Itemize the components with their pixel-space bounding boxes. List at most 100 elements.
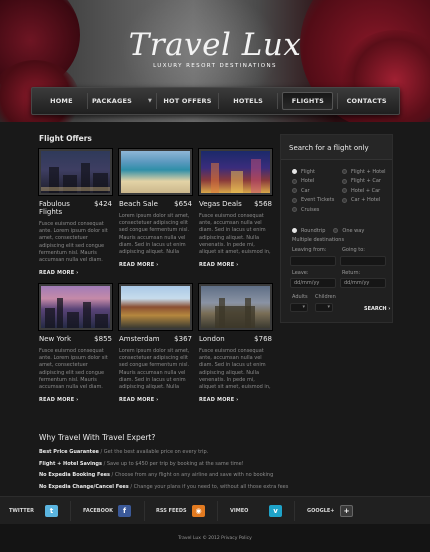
option-hotel[interactable]: Hotel: [292, 178, 342, 185]
multiple-destinations-link[interactable]: Multiple destinations: [292, 237, 344, 243]
chevron-right-icon: ›: [236, 397, 239, 403]
offer-description: Fusce euismod consequat ante, accumsan n…: [199, 348, 271, 391]
offer-image-city[interactable]: [39, 149, 112, 195]
twitter-link[interactable]: TWITTER: [9, 497, 34, 525]
option-one-way[interactable]: One way: [333, 227, 364, 234]
nav-divider: [277, 93, 279, 109]
offer-image-amsterdam[interactable]: [119, 284, 192, 330]
chevron-right-icon: ›: [236, 262, 239, 268]
offer-image-vegas[interactable]: [199, 149, 272, 195]
radio-icon: [292, 178, 297, 184]
radio-selected-icon: [292, 228, 297, 233]
offer-price: $568: [254, 200, 272, 208]
offer-description: Fusce euismod consequat ante, accumsan n…: [199, 213, 271, 256]
social-bar: TWITTER t FACEBOOK f RSS FEEDS ◉ VIMEO v…: [0, 496, 430, 524]
why-item: No Expedia Change/Cancel Fees / Change y…: [39, 483, 289, 490]
rss-icon[interactable]: ◉: [192, 505, 205, 517]
leave-date-input[interactable]: dd/mm/yy: [290, 278, 336, 288]
return-date-input[interactable]: dd/mm/yy: [340, 278, 386, 288]
facebook-link[interactable]: FACEBOOK: [83, 497, 113, 525]
return-label: Return:: [342, 270, 361, 276]
chevron-down-icon: ▼: [148, 98, 153, 104]
read-more-link[interactable]: READ MORE ›: [119, 262, 192, 268]
offer-image-beach[interactable]: [119, 149, 192, 195]
why-item: Best Price Guarantee / Get the best avai…: [39, 449, 209, 455]
offer-card: London $768 Fusce euismod consequat ante,…: [199, 284, 272, 403]
going-to-input[interactable]: [340, 256, 386, 266]
facebook-icon[interactable]: f: [118, 505, 131, 517]
search-type-options: Flight Flight + Hotel Hotel Flight + Car…: [292, 168, 392, 213]
offer-price: $367: [174, 335, 192, 343]
radio-icon: [292, 188, 297, 193]
radio-icon: [292, 207, 297, 212]
divider: [217, 501, 218, 521]
nav-flights[interactable]: FLIGHTS: [282, 92, 334, 110]
radio-icon: [333, 228, 339, 233]
offer-description: Fusce euismod consequat ante. Lorem ipsu…: [39, 221, 108, 264]
offer-image-new-york[interactable]: [39, 284, 112, 330]
logo[interactable]: Travel Lux LUXURY RESORT DESTINATIONS: [110, 28, 320, 69]
option-flight-hotel[interactable]: Flight + Hotel: [342, 168, 392, 175]
divider: [144, 501, 145, 521]
chevron-right-icon: ›: [76, 397, 79, 403]
nav-home[interactable]: HOME: [36, 92, 87, 110]
leave-label: Leave:: [292, 270, 309, 276]
search-button[interactable]: SEARCH ›: [364, 306, 390, 312]
option-cruises[interactable]: Cruises: [292, 206, 342, 213]
divider: [294, 501, 295, 521]
offer-card: New York $855 Fusce euismod consequat ant…: [39, 284, 112, 403]
read-more-link[interactable]: READ MORE ›: [199, 397, 272, 403]
offer-name: Beach Sale: [119, 200, 158, 208]
option-car[interactable]: Car: [292, 187, 342, 194]
offer-image-london[interactable]: [199, 284, 272, 330]
offer-description: Lorem ipsum dolor sit amet, consectetuer…: [119, 348, 190, 391]
chevron-right-icon: ›: [388, 306, 391, 312]
radio-icon: [342, 178, 347, 184]
nav-hotels[interactable]: HOTELS: [219, 92, 278, 110]
radio-icon: [342, 169, 347, 174]
logo-title: Travel Lux: [128, 27, 302, 63]
offer-card: Fabulous Flights $424 Fusce euismod conse…: [39, 149, 112, 276]
nav-packages[interactable]: PACKAGES ▼: [88, 92, 156, 110]
offer-name: Vegas Deals: [199, 200, 242, 208]
radio-icon: [342, 188, 347, 193]
offer-name: London: [199, 335, 225, 343]
footer-copyright[interactable]: Travel Lux © 2012 Privacy Policy: [178, 536, 252, 541]
offer-card: Beach Sale $654 Lorem ipsum dolor sit ame…: [119, 149, 192, 268]
vimeo-link[interactable]: VIMEO: [230, 497, 248, 525]
option-flight[interactable]: Flight: [292, 168, 342, 175]
google-plus-link[interactable]: GOOGLE+: [307, 497, 335, 525]
offer-description: Fusce euismod consequat ante. Lorem ipsu…: [39, 348, 108, 391]
children-select[interactable]: [315, 303, 333, 312]
divider: [70, 501, 71, 521]
leaving-from-label: Leaving from:: [292, 247, 327, 253]
rss-link[interactable]: RSS FEEDS: [156, 497, 187, 525]
option-flight-car[interactable]: Flight + Car: [342, 178, 392, 185]
offer-price: $654: [174, 200, 192, 208]
nav-contacts[interactable]: CONTACTS: [338, 92, 395, 110]
offer-card: Amsterdam $367 Lorem ipsum dolor sit amet…: [119, 284, 192, 403]
nav-hot-offers[interactable]: HOT OFFERS: [157, 92, 218, 110]
radio-selected-icon: [292, 169, 297, 174]
logo-tagline: LUXURY RESORT DESTINATIONS: [153, 63, 277, 69]
option-car-hotel[interactable]: Car + Hotel: [342, 197, 392, 204]
twitter-icon[interactable]: t: [45, 505, 58, 517]
option-roundtrip[interactable]: Roundtrip: [292, 227, 325, 234]
read-more-link[interactable]: READ MORE ›: [39, 270, 112, 276]
leaving-from-input[interactable]: [290, 256, 336, 266]
read-more-link[interactable]: READ MORE ›: [39, 397, 112, 403]
radio-icon: [292, 197, 297, 203]
google-plus-icon[interactable]: +: [340, 505, 353, 517]
adults-select[interactable]: [290, 303, 308, 312]
vimeo-icon[interactable]: v: [269, 505, 282, 517]
main-nav: HOME PACKAGES ▼ HOT OFFERS HOTELS FLIGHTS…: [31, 87, 400, 115]
why-item: Flight + Hotel Savings / Save up to $450…: [39, 460, 244, 467]
section-title-flight-offers: Flight Offers: [39, 134, 92, 143]
option-hotel-car[interactable]: Hotel + Car: [342, 187, 392, 194]
offer-price: $768: [254, 335, 272, 343]
read-more-link[interactable]: READ MORE ›: [119, 397, 192, 403]
read-more-link[interactable]: READ MORE ›: [199, 262, 272, 268]
offer-card: Vegas Deals $568 Fusce euismod consequat …: [199, 149, 272, 268]
option-event-tickets[interactable]: Event Tickets: [292, 197, 342, 204]
chevron-right-icon: ›: [156, 262, 159, 268]
